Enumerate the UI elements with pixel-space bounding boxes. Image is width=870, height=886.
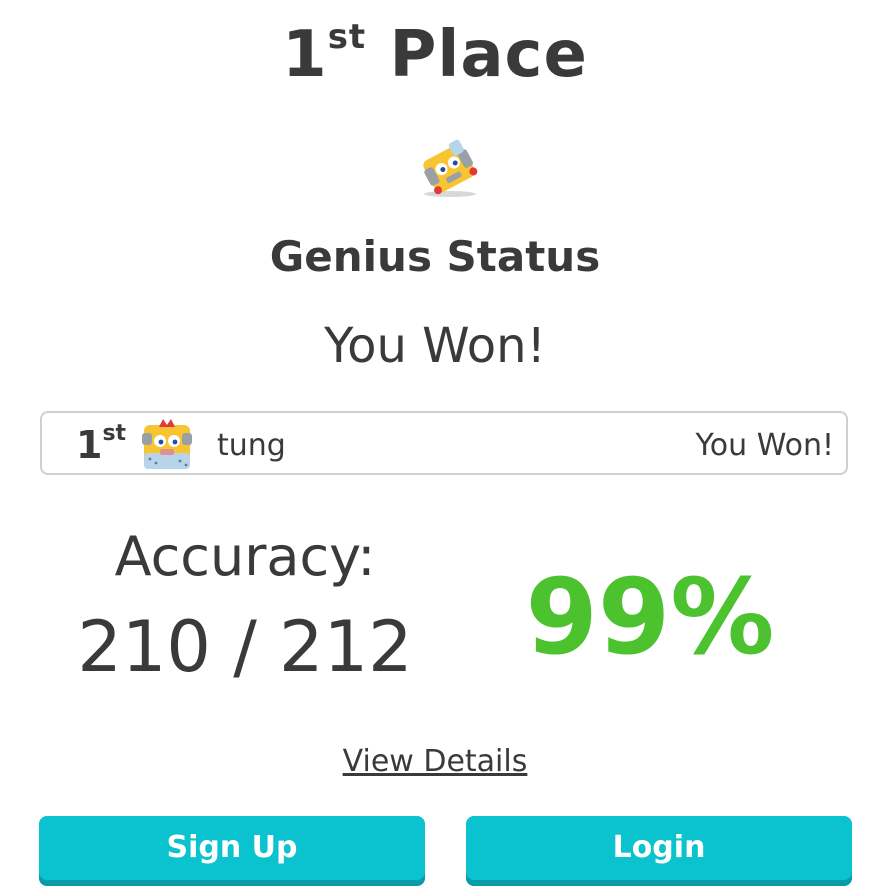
place-number: 1 bbox=[282, 18, 328, 92]
player-name: tung bbox=[217, 428, 286, 463]
status-label: Genius Status bbox=[269, 232, 601, 281]
row-place: 1st bbox=[76, 421, 127, 467]
view-details-container: View Details bbox=[0, 744, 870, 779]
accuracy-label: Accuracy: bbox=[114, 525, 376, 588]
place-suffix: st bbox=[327, 16, 367, 57]
row-place-suffix: st bbox=[102, 421, 127, 447]
place-word: Place bbox=[389, 18, 588, 92]
yellow-blook-crown-icon bbox=[142, 419, 192, 471]
page-title: 1st Place bbox=[0, 16, 870, 92]
login-button[interactable]: Login bbox=[466, 816, 852, 886]
accuracy-fraction: 210 / 212 bbox=[77, 606, 413, 688]
sign-up-button[interactable]: Sign Up bbox=[39, 816, 425, 886]
yellow-blook-robot-icon bbox=[415, 138, 485, 200]
accuracy-percent: 99% bbox=[525, 556, 775, 678]
leaderboard-row: 1st tung You Won! bbox=[40, 411, 848, 475]
row-place-number: 1 bbox=[76, 423, 103, 467]
row-result: You Won! bbox=[695, 428, 834, 463]
view-details-link[interactable]: View Details bbox=[343, 744, 528, 779]
result-heading: You Won! bbox=[324, 318, 546, 374]
